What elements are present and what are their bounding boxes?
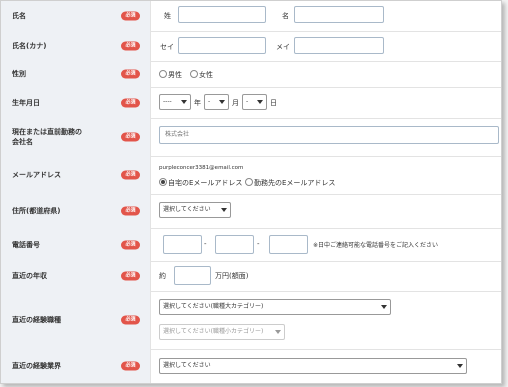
row-name: 氏名 必須 姓 名: [1, 1, 501, 32]
required-badge: 必須: [121, 240, 140, 249]
field-label-kana: 氏名(カナ): [12, 42, 47, 50]
required-badge: 必須: [121, 271, 140, 281]
label-cell: 氏名 必須: [1, 1, 151, 31]
company-name-input[interactable]: [159, 126, 499, 144]
required-badge: 必須: [121, 98, 140, 107]
field-label-gender: 性別: [12, 70, 26, 78]
required-badge: 必須: [121, 132, 140, 142]
row-company: 現在または直前勤務の 会社名 必須: [1, 118, 501, 157]
last-name-input[interactable]: [178, 6, 266, 23]
registration-form: 氏名 必須 姓 名 氏名(カナ) 必須 セイ メイ 性別 必須 男性 女性 生年…: [0, 0, 502, 384]
row-industry: 直近の経験業界 必須 選択してください: [1, 349, 501, 383]
job-minor-select[interactable]: 選択してください(職種小カテゴリー): [159, 324, 285, 340]
first-name-input[interactable]: [294, 6, 384, 23]
chevron-down-icon: [221, 208, 227, 212]
phone-part1-input[interactable]: [163, 235, 202, 254]
gender-male-radio[interactable]: [159, 70, 167, 78]
gender-female-radio[interactable]: [190, 70, 198, 78]
mei-label: 名: [282, 12, 289, 20]
row-income: 直近の年収 必須 約 万円(額面): [1, 261, 501, 292]
field-label-name: 氏名: [12, 12, 26, 20]
label-cell: 直近の年収 必須: [1, 261, 151, 291]
field-label-income: 直近の年収: [12, 272, 47, 280]
chevron-down-icon: [181, 100, 187, 104]
phone-separator: -: [257, 240, 260, 248]
chevron-down-icon: [257, 100, 263, 104]
income-input[interactable]: [174, 266, 211, 285]
email-work-radio[interactable]: [245, 178, 253, 186]
prefecture-select[interactable]: 選択してください: [159, 202, 231, 218]
email-home-label: 自宅のEメールアドレス: [168, 179, 243, 187]
last-name-kana-input[interactable]: [178, 37, 266, 54]
chevron-down-icon: [457, 364, 463, 368]
email-work-label: 勤務先のEメールアドレス: [254, 179, 336, 187]
income-prefix: 約: [159, 272, 166, 280]
row-phone: 電話番号 必須 - - ※日中ご連絡可能な電話番号をご記入ください: [1, 228, 501, 262]
required-badge: 必須: [121, 41, 140, 51]
label-cell: メールアドレス 必須: [1, 156, 151, 194]
gender-male-label: 男性: [168, 71, 182, 79]
chevron-down-icon: [219, 100, 225, 104]
label-cell: 住所(都道府県) 必須: [1, 194, 151, 228]
phone-part2-input[interactable]: [215, 235, 254, 254]
year-unit: 年: [194, 99, 201, 107]
field-label-company: 現在または直前勤務の 会社名: [12, 128, 82, 146]
row-gender: 性別 必須 男性 女性: [1, 61, 501, 88]
phone-part3-input[interactable]: [269, 235, 308, 254]
row-job: 直近の経験職種 必須 選択してください(職種大カテゴリー) 選択してください(職…: [1, 291, 501, 350]
field-label-prefecture: 住所(都道府県): [12, 207, 61, 215]
field-label-industry: 直近の経験業界: [12, 362, 61, 370]
birth-day-select[interactable]: -: [242, 94, 267, 110]
field-label-job: 直近の経験職種: [12, 316, 61, 324]
field-label-email: メールアドレス: [12, 171, 61, 179]
day-unit: 日: [270, 99, 277, 107]
birth-year-select[interactable]: ----: [159, 94, 191, 110]
mei-kana-label: メイ: [276, 43, 290, 51]
label-cell: 直近の経験職種 必須: [1, 291, 151, 349]
field-label-birthdate: 生年月日: [12, 98, 40, 107]
label-cell: 電話番号 必須: [1, 228, 151, 261]
label-cell: 性別 必須: [1, 61, 151, 87]
required-badge: 必須: [121, 206, 140, 216]
sei-label: 姓: [164, 12, 171, 20]
field-label-phone: 電話番号: [12, 240, 40, 249]
birth-month-select[interactable]: -: [204, 94, 229, 110]
label-cell: 現在または直前勤務の 会社名 必須: [1, 118, 151, 156]
email-address-text: purpleconcer3381@email.com: [159, 165, 244, 171]
label-cell: 生年月日 必須: [1, 87, 151, 118]
required-badge: 必須: [121, 170, 140, 180]
label-cell: 氏名(カナ) 必須: [1, 31, 151, 61]
required-badge: 必須: [121, 69, 140, 79]
gender-female-label: 女性: [199, 71, 213, 79]
required-badge: 必須: [121, 11, 140, 21]
row-birthdate: 生年月日 必須 ---- 年 - 月 - 日: [1, 87, 501, 119]
phone-separator: -: [204, 240, 207, 248]
job-major-select[interactable]: 選択してください(職種大カテゴリー): [159, 299, 391, 315]
row-email: メールアドレス 必須 purpleconcer3381@email.com 自宅…: [1, 156, 501, 195]
chevron-down-icon: [275, 330, 281, 334]
row-prefecture: 住所(都道府県) 必須 選択してください: [1, 194, 501, 229]
income-suffix: 万円(額面): [215, 272, 249, 280]
required-badge: 必須: [121, 315, 140, 325]
first-name-kana-input[interactable]: [294, 37, 384, 54]
chevron-down-icon: [381, 305, 387, 309]
row-kana: 氏名(カナ) 必須 セイ メイ: [1, 31, 501, 62]
email-home-radio[interactable]: [159, 178, 167, 186]
month-unit: 月: [232, 99, 239, 107]
label-cell: 直近の経験業界 必須: [1, 349, 151, 383]
phone-note: ※日中ご連絡可能な電話番号をご記入ください: [313, 242, 439, 249]
sei-kana-label: セイ: [160, 43, 174, 51]
required-badge: 必須: [121, 361, 140, 371]
industry-select[interactable]: 選択してください: [159, 358, 467, 374]
